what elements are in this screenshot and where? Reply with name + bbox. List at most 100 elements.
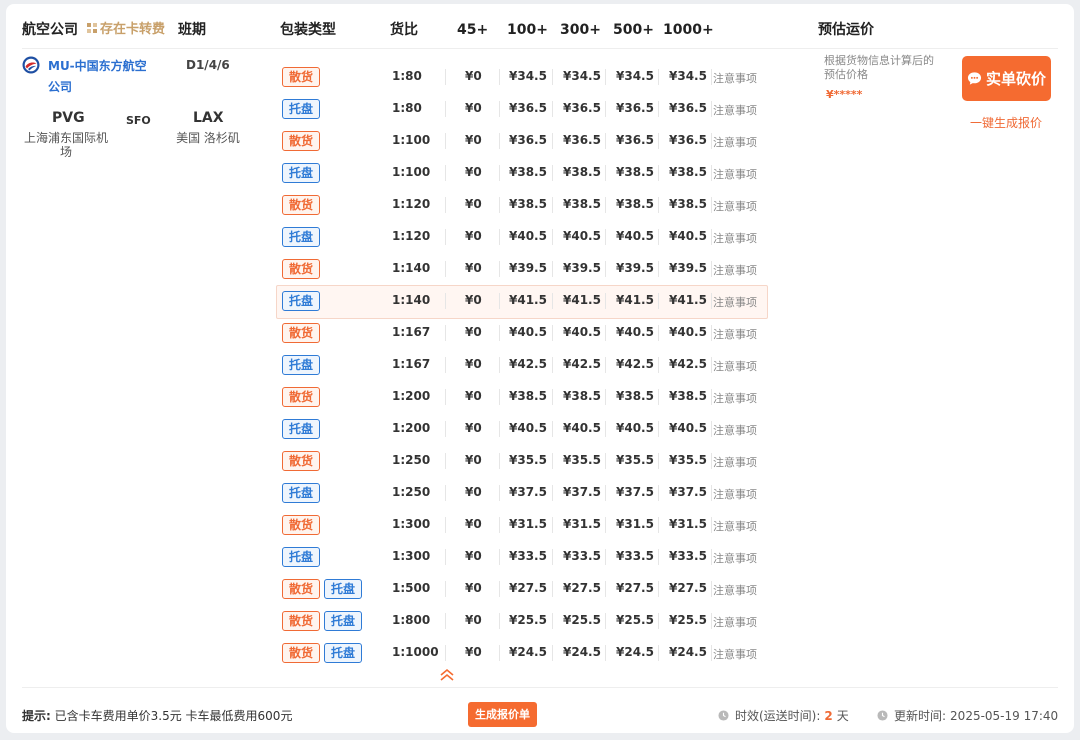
price-1000: ¥35.5 (669, 453, 707, 467)
column-divider (445, 165, 446, 181)
rate-row[interactable]: 散货 1:140 ¥0 ¥39.5 ¥39.5 ¥39.5 ¥39.5 注意事项 (6, 253, 1074, 285)
rate-row[interactable]: 散货 1:120 ¥0 ¥38.5 ¥38.5 ¥38.5 ¥38.5 注意事项 (6, 189, 1074, 221)
column-divider (499, 325, 500, 341)
rate-row[interactable]: 散货 1:100 ¥0 ¥36.5 ¥36.5 ¥36.5 ¥36.5 注意事项 (6, 125, 1074, 157)
price-300: ¥39.5 (563, 261, 601, 275)
price-100: ¥38.5 (509, 165, 547, 179)
clock-icon (718, 710, 729, 721)
notes-link[interactable]: 注意事项 (713, 614, 757, 630)
notes-link[interactable]: 注意事项 (713, 518, 757, 534)
cargo-ratio: 1:120 (392, 229, 431, 243)
rate-row[interactable]: 散货 1:200 ¥0 ¥38.5 ¥38.5 ¥38.5 ¥38.5 注意事项 (6, 381, 1074, 413)
footer-tip-label: 提示: (22, 709, 51, 723)
generate-quote-button[interactable]: 生成报价单 (468, 702, 537, 727)
cargo-ratio: 1:167 (392, 325, 431, 339)
price-300: ¥38.5 (563, 165, 601, 179)
rate-row[interactable]: 托盘 1:200 ¥0 ¥40.5 ¥40.5 ¥40.5 ¥40.5 注意事项 (6, 413, 1074, 445)
price-300: ¥38.5 (563, 389, 601, 403)
rate-row[interactable]: 托盘 1:100 ¥0 ¥38.5 ¥38.5 ¥38.5 ¥38.5 注意事项 (6, 157, 1074, 189)
column-divider (605, 293, 606, 309)
price-500: ¥39.5 (616, 261, 654, 275)
cargo-ratio: 1:250 (392, 485, 431, 499)
column-divider (658, 133, 659, 149)
price-500: ¥40.5 (616, 421, 654, 435)
quick-quote-link[interactable]: 一键生成报价 (970, 114, 1042, 131)
notes-link[interactable]: 注意事项 (713, 550, 757, 566)
column-divider (552, 549, 553, 565)
price-300: ¥40.5 (563, 421, 601, 435)
rate-row[interactable]: 散货 托盘 1:800 ¥0 ¥25.5 ¥25.5 ¥25.5 ¥25.5 注意事项 (6, 605, 1074, 637)
price-500: ¥38.5 (616, 165, 654, 179)
price-100: ¥36.5 (509, 101, 547, 115)
column-divider (552, 421, 553, 437)
package-tags: 散货 托盘 (282, 579, 363, 599)
price-45: ¥0 (465, 389, 482, 403)
column-divider (658, 581, 659, 597)
column-divider (445, 613, 446, 629)
bargain-button[interactable]: 实单砍价 (962, 56, 1051, 101)
package-tags: 托盘 (282, 163, 321, 183)
rate-row[interactable]: 托盘 1:140 ¥0 ¥41.5 ¥41.5 ¥41.5 ¥41.5 注意事项 (6, 285, 1074, 319)
notes-link[interactable]: 注意事项 (713, 646, 757, 662)
column-divider (445, 485, 446, 501)
column-divider (658, 197, 659, 213)
notes-link[interactable]: 注意事项 (713, 358, 757, 374)
column-divider (605, 645, 606, 661)
column-divider (605, 421, 606, 437)
column-divider (552, 165, 553, 181)
tag-loose: 散货 (282, 515, 321, 535)
collapse-up-icon[interactable] (438, 666, 456, 684)
price-500: ¥37.5 (616, 485, 654, 499)
bargain-button-label: 实单砍价 (985, 70, 1046, 88)
notes-link[interactable]: 注意事项 (713, 454, 757, 470)
price-1000: ¥37.5 (669, 485, 707, 499)
notes-link[interactable]: 注意事项 (713, 294, 757, 310)
rate-row[interactable]: 托盘 1:80 ¥0 ¥36.5 ¥36.5 ¥36.5 ¥36.5 注意事项 (6, 93, 1074, 125)
column-divider (605, 389, 606, 405)
column-divider (445, 421, 446, 437)
column-divider (658, 69, 659, 85)
rate-row[interactable]: 散货 1:300 ¥0 ¥31.5 ¥31.5 ¥31.5 ¥31.5 注意事项 (6, 509, 1074, 541)
rate-row[interactable]: 散货 1:167 ¥0 ¥40.5 ¥40.5 ¥40.5 ¥40.5 注意事项 (6, 317, 1074, 349)
rate-row[interactable]: 散货 托盘 1:500 ¥0 ¥27.5 ¥27.5 ¥27.5 ¥27.5 注意事项 (6, 573, 1074, 605)
notes-link[interactable]: 注意事项 (713, 486, 757, 502)
notes-link[interactable]: 注意事项 (713, 134, 757, 150)
column-divider (658, 517, 659, 533)
column-divider (711, 165, 712, 181)
rate-row[interactable]: 托盘 1:300 ¥0 ¥33.5 ¥33.5 ¥33.5 ¥33.5 注意事项 (6, 541, 1074, 573)
rate-row[interactable]: 托盘 1:167 ¥0 ¥42.5 ¥42.5 ¥42.5 ¥42.5 注意事项 (6, 349, 1074, 381)
update-label: 更新时间: (894, 709, 947, 723)
rate-row[interactable]: 托盘 1:120 ¥0 ¥40.5 ¥40.5 ¥40.5 ¥40.5 注意事项 (6, 221, 1074, 253)
update-time: 2025-05-19 17:40 (950, 708, 1059, 723)
notes-link[interactable]: 注意事项 (713, 102, 757, 118)
notes-link[interactable]: 注意事项 (713, 422, 757, 438)
rate-row[interactable]: 托盘 1:250 ¥0 ¥37.5 ¥37.5 ¥37.5 ¥37.5 注意事项 (6, 477, 1074, 509)
column-divider (499, 485, 500, 501)
notes-link[interactable]: 注意事项 (713, 390, 757, 406)
price-1000: ¥31.5 (669, 517, 707, 531)
notes-link[interactable]: 注意事项 (713, 582, 757, 598)
column-divider (711, 581, 712, 597)
column-divider (658, 613, 659, 629)
price-300: ¥35.5 (563, 453, 601, 467)
column-divider (711, 69, 712, 85)
column-divider (711, 261, 712, 277)
notes-link[interactable]: 注意事项 (713, 70, 757, 86)
rate-row[interactable]: 散货 托盘 1:1000 ¥0 ¥24.5 ¥24.5 ¥24.5 ¥24.5 注意事项 (6, 637, 1074, 669)
notes-link[interactable]: 注意事项 (713, 198, 757, 214)
notes-link[interactable]: 注意事项 (713, 326, 757, 342)
notes-link[interactable]: 注意事项 (713, 166, 757, 182)
header-warn: 存在卡转费 (86, 20, 165, 40)
price-500: ¥35.5 (616, 453, 654, 467)
rate-row[interactable]: 散货 1:250 ¥0 ¥35.5 ¥35.5 ¥35.5 ¥35.5 注意事项 (6, 445, 1074, 477)
column-divider (552, 69, 553, 85)
notes-link[interactable]: 注意事项 (713, 262, 757, 278)
column-divider (711, 613, 712, 629)
notes-link[interactable]: 注意事项 (713, 230, 757, 246)
column-divider (711, 357, 712, 373)
column-divider (499, 69, 500, 85)
tag-pallet: 托盘 (282, 291, 321, 311)
column-divider (605, 549, 606, 565)
tag-loose: 散货 (282, 67, 321, 87)
price-500: ¥24.5 (616, 645, 654, 659)
